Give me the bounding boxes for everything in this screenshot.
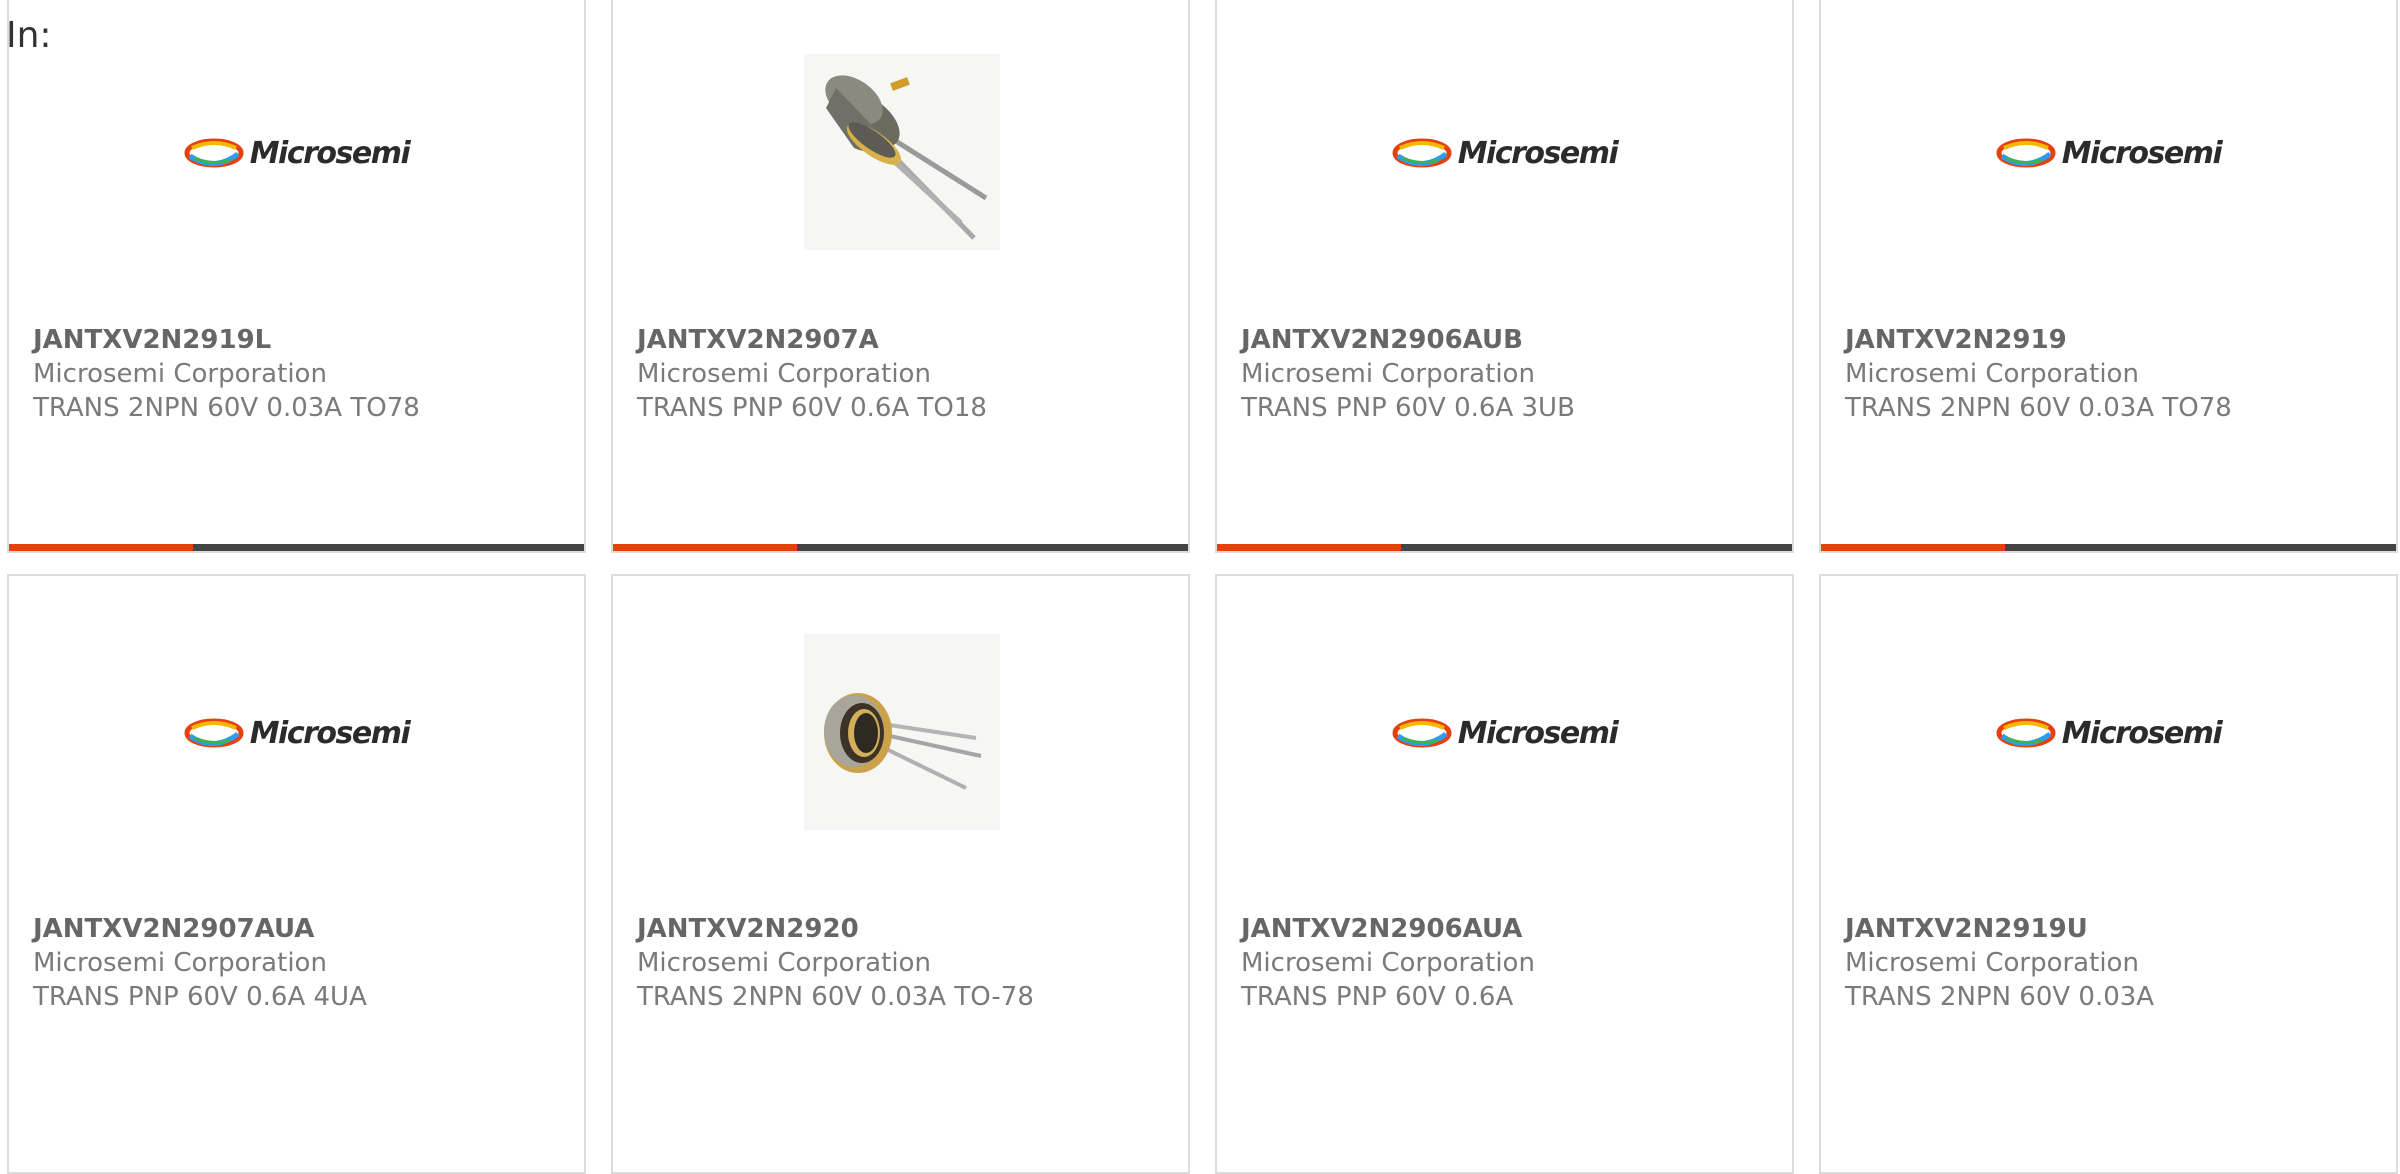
transistor-to78-image [803,634,1000,830]
manufacturer-name: Microsemi Corporation [33,948,327,978]
product-card[interactable]: Microsemi JANTXV2N2919 Microsemi Corpora… [1819,0,2398,553]
part-number-link[interactable]: JANTXV2N2919U [1845,912,2386,946]
product-info: JANTXV2N2919L Microsemi Corporation TRAN… [33,323,574,425]
card-progress-bar [9,544,584,551]
product-description: TRANS PNP 60V 0.6A 4UA [33,982,367,1012]
product-description: TRANS 2NPN 60V 0.03A [1845,982,2155,1012]
manufacturer-name: Microsemi Corporation [1241,948,1535,978]
product-info: JANTXV2N2907AUA Microsemi Corporation TR… [33,912,574,1014]
product-grid: Microsemi JANTXV2N2919L Microsemi Corpor… [0,0,2400,1174]
product-image[interactable]: Microsemi [9,628,584,838]
product-description: TRANS PNP 60V 0.6A TO18 [637,393,987,423]
manufacturer-name: Microsemi Corporation [637,359,931,389]
microsemi-logo: Microsemi [1996,715,2223,751]
card-progress-fill [1821,544,2005,551]
manufacturer-name: Microsemi Corporation [637,948,931,978]
manufacturer-name: Microsemi Corporation [33,359,327,389]
microsemi-swoosh-icon [1996,718,2056,748]
microsemi-logo: Microsemi [184,715,411,751]
microsemi-logo: Microsemi [184,135,411,171]
product-info: JANTXV2N2906AUA Microsemi Corporation TR… [1241,912,1782,1014]
logo-text: Microsemi [249,135,411,171]
microsemi-swoosh-icon [1392,138,1452,168]
card-progress-fill [613,544,797,551]
product-description: TRANS PNP 60V 0.6A [1241,982,1514,1012]
logo-text: Microsemi [2061,715,2223,751]
manufacturer-name: Microsemi Corporation [1845,948,2139,978]
card-progress-fill [9,544,193,551]
microsemi-logo: Microsemi [1392,135,1619,171]
product-image[interactable]: Microsemi [9,48,584,258]
product-card[interactable]: JANTXV2N2907A Microsemi Corporation TRAN… [611,0,1190,553]
product-image[interactable]: Microsemi [1821,628,2396,838]
card-progress-bar [1821,544,2396,551]
product-info: JANTXV2N2919 Microsemi Corporation TRANS… [1845,323,2386,425]
product-description: TRANS 2NPN 60V 0.03A TO78 [33,393,420,423]
product-info: JANTXV2N2907A Microsemi Corporation TRAN… [637,323,1178,425]
product-info: JANTXV2N2920 Microsemi Corporation TRANS… [637,912,1178,1014]
product-image[interactable]: Microsemi [1821,48,2396,258]
part-number-link[interactable]: JANTXV2N2907A [637,323,1178,357]
product-card[interactable]: JANTXV2N2920 Microsemi Corporation TRANS… [611,574,1190,1174]
part-number-link[interactable]: JANTXV2N2919L [33,323,574,357]
microsemi-swoosh-icon [184,718,244,748]
logo-text: Microsemi [249,715,411,751]
product-info: JANTXV2N2919U Microsemi Corporation TRAN… [1845,912,2386,1014]
part-number-link[interactable]: JANTXV2N2907AUA [33,912,574,946]
product-card[interactable]: Microsemi JANTXV2N2919U Microsemi Corpor… [1819,574,2398,1174]
product-description: TRANS PNP 60V 0.6A 3UB [1241,393,1575,423]
in-label: In: [6,15,52,56]
product-description: TRANS 2NPN 60V 0.03A TO-78 [637,982,1034,1012]
microsemi-logo: Microsemi [1392,715,1619,751]
card-progress-bar [1217,544,1792,551]
product-description: TRANS 2NPN 60V 0.03A TO78 [1845,393,2232,423]
product-image[interactable] [613,48,1188,258]
manufacturer-name: Microsemi Corporation [1845,359,2139,389]
microsemi-swoosh-icon [1392,718,1452,748]
part-number-link[interactable]: JANTXV2N2919 [1845,323,2386,357]
product-info: JANTXV2N2906AUB Microsemi Corporation TR… [1241,323,1782,425]
logo-text: Microsemi [2061,135,2223,171]
logo-text: Microsemi [1457,135,1619,171]
card-progress-fill [1217,544,1401,551]
logo-text: Microsemi [1457,715,1619,751]
manufacturer-name: Microsemi Corporation [1241,359,1535,389]
microsemi-logo: Microsemi [1996,135,2223,171]
microsemi-swoosh-icon [184,138,244,168]
product-card[interactable]: Microsemi JANTXV2N2906AUB Microsemi Corp… [1215,0,1794,553]
part-number-link[interactable]: JANTXV2N2920 [637,912,1178,946]
product-image[interactable]: Microsemi [1217,48,1792,258]
card-progress-bar [613,544,1188,551]
part-number-link[interactable]: JANTXV2N2906AUA [1241,912,1782,946]
transistor-to18-image [803,54,1000,250]
product-image[interactable] [613,628,1188,838]
product-card[interactable]: Microsemi JANTXV2N2907AUA Microsemi Corp… [7,574,586,1174]
part-number-link[interactable]: JANTXV2N2906AUB [1241,323,1782,357]
product-card[interactable]: Microsemi JANTXV2N2906AUA Microsemi Corp… [1215,574,1794,1174]
product-image[interactable]: Microsemi [1217,628,1792,838]
product-card[interactable]: Microsemi JANTXV2N2919L Microsemi Corpor… [7,0,586,553]
microsemi-swoosh-icon [1996,138,2056,168]
